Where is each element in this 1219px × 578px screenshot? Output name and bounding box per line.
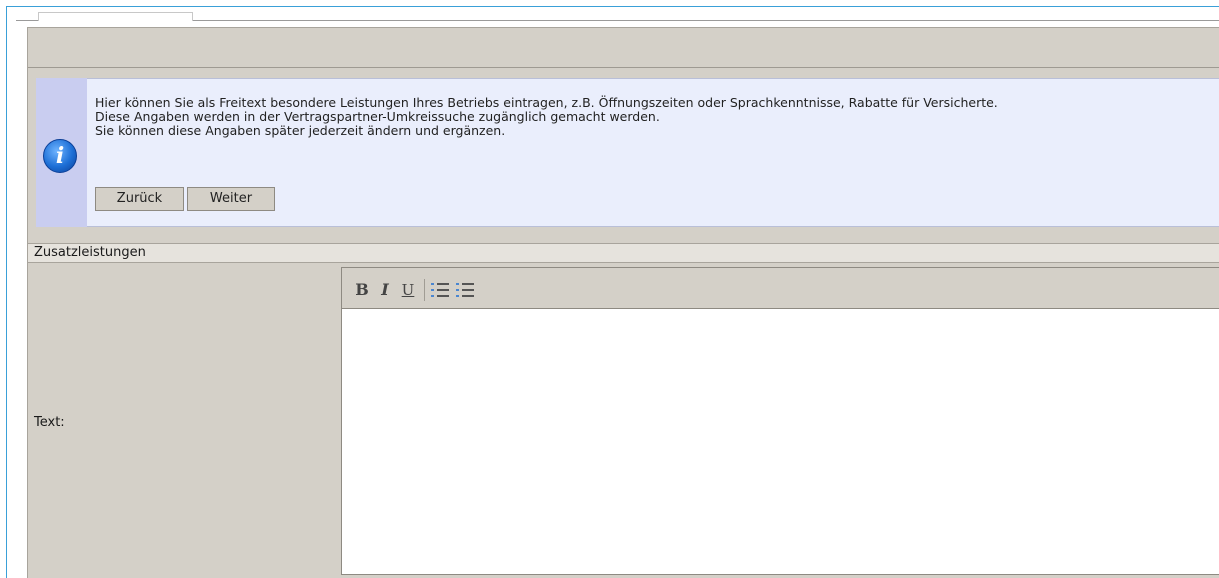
info-icon: i (43, 139, 77, 173)
editor-toolbar: B I U (342, 268, 1219, 309)
underline-button[interactable]: U (400, 280, 416, 300)
unordered-list-button[interactable] (456, 280, 476, 300)
info-line-3: Sie können diese Angaben später jederzei… (95, 123, 506, 138)
unordered-list-icon (456, 282, 474, 298)
label-cell (28, 263, 341, 578)
rich-text-editor: B I U (341, 267, 1219, 575)
text-field-label: Text: (34, 415, 65, 430)
bold-button[interactable]: B (354, 280, 370, 300)
panel-header (28, 28, 1219, 68)
info-text: Hier können Sie als Freitext besondere L… (95, 96, 1215, 138)
tab-strip (16, 12, 1219, 21)
italic-button[interactable]: I (377, 280, 393, 300)
active-tab[interactable] (38, 12, 193, 21)
section-header: Zusatzleistungen (28, 243, 1219, 263)
toolbar-separator (424, 279, 425, 301)
ordered-list-icon (431, 282, 449, 298)
next-button[interactable]: Weiter (187, 187, 275, 211)
info-line-2: Diese Angaben werden in der Vertragspart… (95, 109, 660, 124)
ordered-list-button[interactable] (431, 280, 451, 300)
editor-text-area[interactable] (342, 309, 1219, 574)
back-button[interactable]: Zurück (95, 187, 184, 211)
info-line-1: Hier können Sie als Freitext besondere L… (95, 95, 998, 110)
